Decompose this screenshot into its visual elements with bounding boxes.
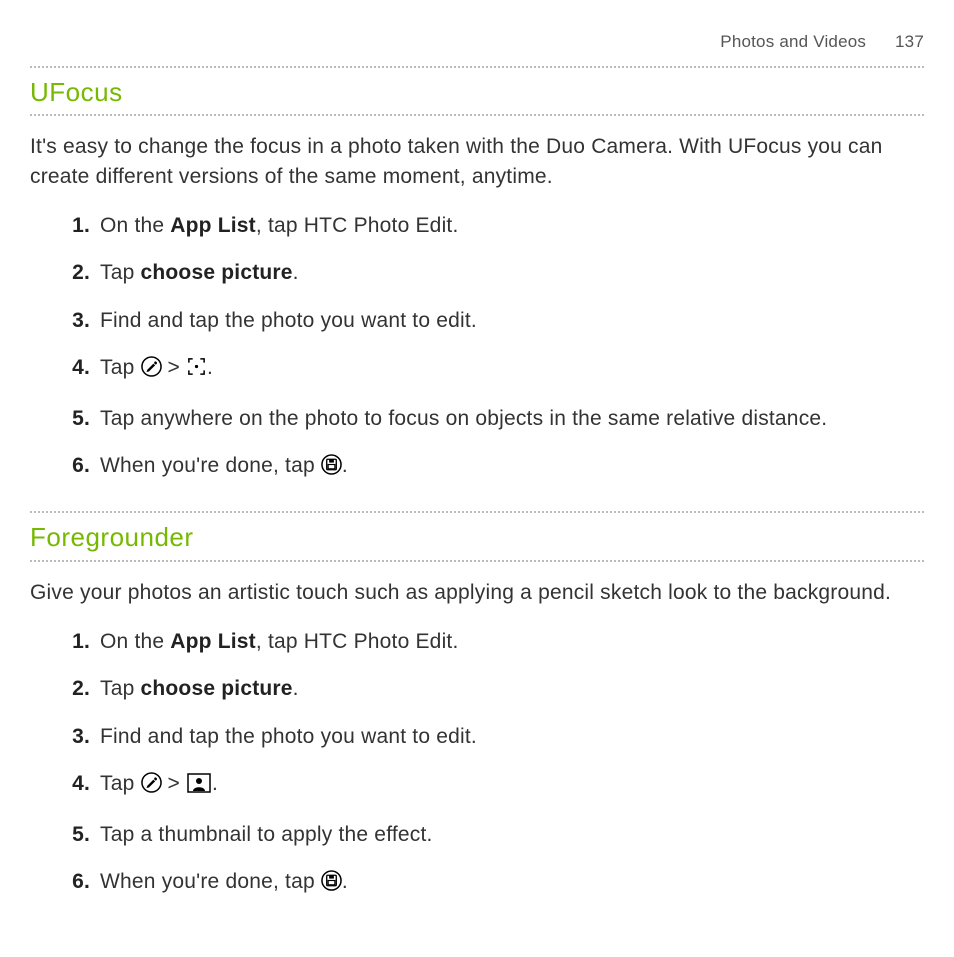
divider	[30, 66, 924, 68]
text-run: .	[342, 870, 348, 893]
text-run: , tap HTC Photo Edit.	[256, 214, 459, 237]
save-circle-icon	[321, 870, 342, 899]
section-intro: It's easy to change the focus in a photo…	[30, 132, 924, 191]
section-intro: Give your photos an artistic touch such …	[30, 578, 924, 607]
text-run: Tap	[100, 772, 141, 795]
save-circle-icon	[321, 454, 342, 483]
page-number: 137	[895, 30, 924, 54]
section-title: Foregrounder	[30, 519, 924, 555]
text-run: When you're done, tap	[100, 870, 321, 893]
chapter-title: Photos and Videos	[720, 32, 866, 51]
step-item: On the App List, tap HTC Photo Edit.	[100, 211, 924, 240]
page-header: Photos and Videos 137	[30, 30, 924, 54]
step-list: On the App List, tap HTC Photo Edit. Tap …	[30, 627, 924, 899]
bold-text: choose picture	[141, 677, 293, 700]
text-run: Tap a thumbnail to apply the effect.	[100, 823, 433, 846]
text-run: On the	[100, 214, 170, 237]
divider	[30, 511, 924, 513]
step-list: On the App List, tap HTC Photo Edit. Tap …	[30, 211, 924, 483]
focus-bracket-icon	[186, 356, 207, 385]
bold-text: App List	[170, 630, 256, 653]
text-run: >	[162, 356, 187, 379]
text-run: Tap	[100, 356, 141, 379]
step-item: Tap anywhere on the photo to focus on ob…	[100, 404, 924, 433]
text-run: .	[293, 677, 299, 700]
text-run: .	[342, 454, 348, 477]
bold-text: choose picture	[141, 261, 293, 284]
step-item: Tap > .	[100, 769, 924, 801]
text-run: , tap HTC Photo Edit.	[256, 630, 459, 653]
text-run: Tap	[100, 261, 141, 284]
text-run: Tap	[100, 677, 141, 700]
step-item: When you're done, tap .	[100, 451, 924, 483]
text-run: Tap anywhere on the photo to focus on ob…	[100, 407, 827, 430]
divider	[30, 560, 924, 562]
person-frame-icon	[186, 772, 212, 801]
section-title: UFocus	[30, 74, 924, 110]
document-page: Photos and Videos 137 UFocus It's easy to…	[0, 0, 954, 957]
text-run: .	[293, 261, 299, 284]
step-item: Find and tap the photo you want to edit.	[100, 306, 924, 335]
step-item: Tap a thumbnail to apply the effect.	[100, 820, 924, 849]
text-run: When you're done, tap	[100, 454, 321, 477]
bold-text: App List	[170, 214, 256, 237]
text-run: On the	[100, 630, 170, 653]
text-run: .	[212, 772, 218, 795]
step-item: When you're done, tap .	[100, 867, 924, 899]
text-run: .	[207, 356, 213, 379]
edit-circle-icon	[141, 772, 162, 801]
text-run: >	[162, 772, 187, 795]
divider	[30, 114, 924, 116]
step-item: Tap choose picture.	[100, 674, 924, 703]
step-item: On the App List, tap HTC Photo Edit.	[100, 627, 924, 656]
step-item: Tap choose picture.	[100, 258, 924, 287]
text-run: Find and tap the photo you want to edit.	[100, 309, 477, 332]
edit-circle-icon	[141, 356, 162, 385]
text-run: Find and tap the photo you want to edit.	[100, 725, 477, 748]
step-item: Find and tap the photo you want to edit.	[100, 722, 924, 751]
step-item: Tap > .	[100, 353, 924, 385]
